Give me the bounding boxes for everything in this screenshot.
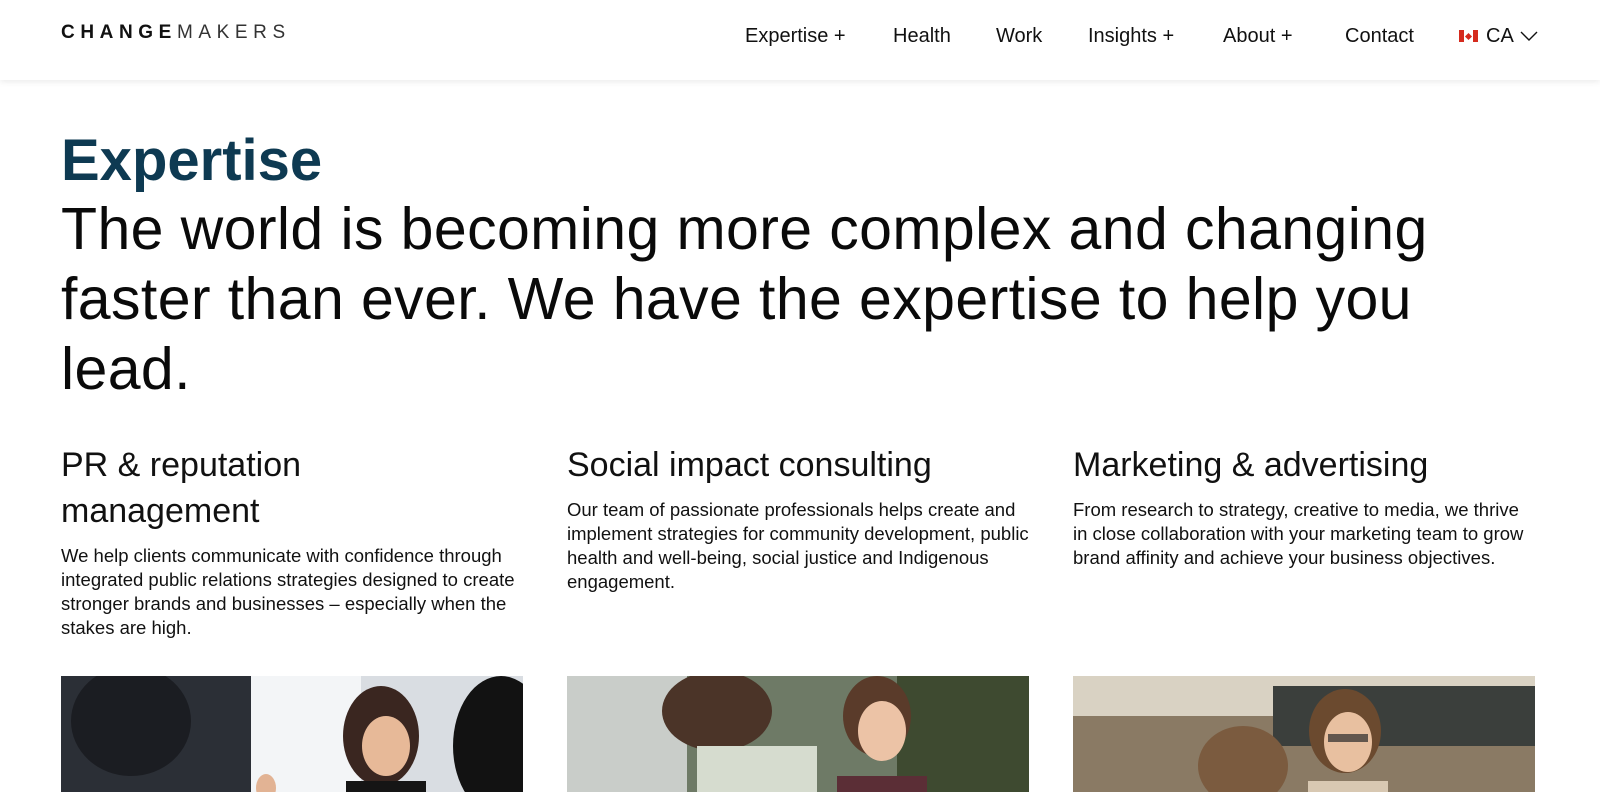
- canada-flag-icon: [1459, 30, 1478, 42]
- service-description: Our team of passionate professionals hel…: [567, 499, 1029, 592]
- service-card-marketing: Marketing & advertising From research to…: [1073, 442, 1535, 570]
- service-description: From research to strategy, creative to m…: [1073, 499, 1524, 568]
- page-kicker: Expertise: [61, 128, 323, 193]
- service-card-social-impact: Social impact consulting Our team of pas…: [567, 442, 1029, 594]
- nav-item-insights[interactable]: Insights +: [1088, 24, 1174, 48]
- marketing-team-photo[interactable]: [1073, 676, 1535, 792]
- social-impact-photo[interactable]: [567, 676, 1029, 792]
- locale-code: CA: [1486, 25, 1514, 47]
- main-nav: Expertise + Health Work Insights + About…: [0, 24, 1600, 54]
- nav-item-work[interactable]: Work: [996, 24, 1042, 48]
- nav-item-contact[interactable]: Contact: [1345, 24, 1414, 48]
- service-description: We help clients communicate with confide…: [61, 545, 515, 638]
- service-card-pr: PR & reputation management We help clien…: [61, 442, 523, 640]
- nav-item-about[interactable]: About +: [1223, 24, 1293, 48]
- page-headline: The world is becoming more complex and c…: [61, 196, 1428, 402]
- chevron-down-icon: [1520, 31, 1538, 41]
- service-title[interactable]: PR & reputation management: [61, 442, 481, 534]
- locale-selector[interactable]: CA: [1459, 24, 1538, 48]
- service-title[interactable]: Marketing & advertising: [1073, 442, 1535, 488]
- site-header: CHANGEMAKERS Expertise + Health Work Ins…: [0, 0, 1600, 80]
- service-title[interactable]: Social impact consulting: [567, 442, 1029, 488]
- nav-item-health[interactable]: Health: [893, 24, 951, 48]
- nav-item-expertise[interactable]: Expertise +: [745, 24, 846, 48]
- pr-team-photo[interactable]: [61, 676, 523, 792]
